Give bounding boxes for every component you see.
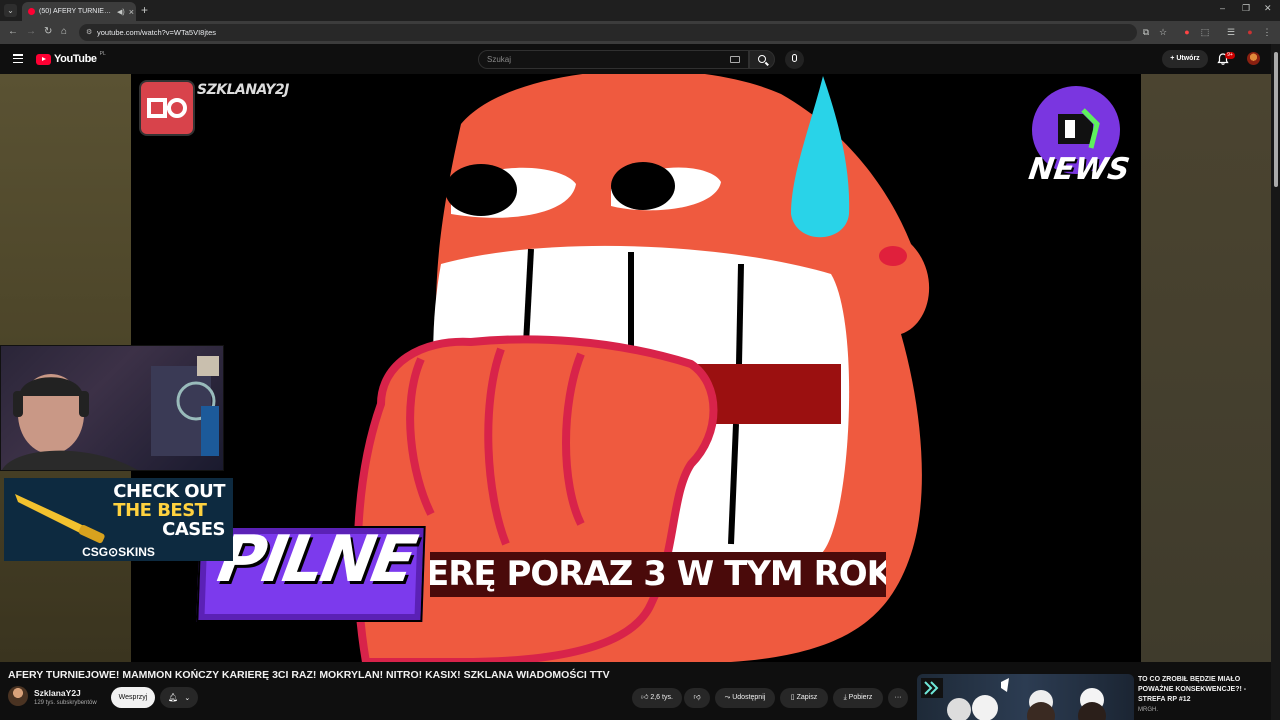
support-button[interactable]: Wesprzyj (111, 687, 155, 708)
search-placeholder: Szukaj (487, 55, 512, 64)
youtube-favicon-icon (28, 8, 35, 15)
home-icon[interactable]: ⌂ (61, 26, 67, 37)
minimize-window-icon[interactable]: – (1220, 3, 1225, 13)
address-bar[interactable]: ⚙ youtube.com/watch?v=WTa5VI8jtes (79, 24, 1137, 41)
reload-icon[interactable]: ↻ (44, 26, 52, 37)
thumbs-down-icon: 👎︎ (693, 694, 701, 701)
bookmark-star-icon[interactable]: ☆ (1158, 27, 1168, 37)
close-tab-icon[interactable]: × (129, 7, 134, 17)
search-icon (758, 55, 766, 63)
youtube-header: YouTube PL Szukaj + Utwórz (0, 44, 1280, 74)
news-ticker: ERĘ PORAZ 3 W TYM ROKU! (430, 552, 886, 597)
recommended-thumbnail-scene (921, 678, 1106, 720)
youtube-region-code: PL (99, 51, 106, 57)
back-arrow-icon[interactable]: ← (8, 26, 18, 37)
browser-menu-icon[interactable]: ⋮ (1262, 27, 1272, 37)
news-logo-mark-icon (1058, 108, 1100, 149)
close-window-icon[interactable]: ✕ (1264, 3, 1272, 14)
forward-arrow-icon[interactable]: → (26, 26, 36, 37)
share-icon: ⤳ (724, 694, 731, 701)
like-count: 2,6 tys. (650, 694, 673, 701)
more-actions-button[interactable]: ··· (888, 688, 908, 708)
subscription-bell-button[interactable]: 🔔︎ ⌄ (160, 687, 198, 708)
extensions-icon[interactable]: ⬚ (1200, 27, 1210, 37)
channel-avatar[interactable] (8, 686, 28, 706)
create-button-label: Utwórz (1176, 55, 1200, 62)
ad-line-3: CASES (162, 519, 225, 540)
news-logo-text: NEWS (1026, 152, 1132, 187)
subscriber-count: 129 tys. subskrybentów (34, 700, 97, 706)
ambient-right-panel (1141, 74, 1271, 662)
bell-icon: 🔔︎ (168, 693, 179, 702)
streamer-webcam-overlay (0, 345, 224, 471)
bookmark-icon: ▯ (790, 694, 795, 701)
browser-tab-strip: ⌄ (50) AFERY TURNIEJOWE! M ◀) × + – ❐ ✕ (0, 0, 1280, 21)
knife-icon (15, 494, 105, 544)
share-button[interactable]: ⤳ Udostępnij (715, 688, 775, 708)
channel-watermark-text: SZKLANAY2J (197, 82, 289, 98)
webcam-scene (2, 356, 219, 470)
page-scrollbar-thumb[interactable] (1274, 52, 1278, 187)
search-input[interactable]: Szukaj (478, 50, 749, 69)
voice-search-button[interactable] (785, 50, 804, 69)
news-logo: NEWS (1026, 80, 1132, 200)
microphone-icon (792, 54, 797, 62)
thumbs-up-icon: 👍︎ (641, 694, 649, 701)
browser-toolbar: ← → ↻ ⌂ ⚙ youtube.com/watch?v=WTa5VI8jte… (0, 21, 1280, 44)
tab-audio-icon: ◀) (117, 8, 125, 16)
cast-icon[interactable]: ⧉ (1141, 27, 1151, 37)
recommended-video-thumbnail[interactable] (917, 674, 1134, 720)
video-title: AFERY TURNIEJOWE! MAMMON KOŃCZY KARIERĘ … (8, 669, 610, 681)
like-button[interactable]: 👍︎ 2,6 tys. (632, 688, 682, 708)
site-info-icon[interactable]: ⚙ (86, 24, 92, 41)
hamburger-menu-icon[interactable] (13, 54, 23, 64)
ad-line-1: CHECK OUT (113, 481, 225, 502)
maximize-window-icon[interactable]: ❐ (1242, 3, 1250, 14)
channel-watermark-logo (141, 82, 193, 134)
pilne-banner-label: PILNE (212, 523, 420, 597)
news-ticker-text: ERĘ PORAZ 3 W TYM ROKU! (430, 554, 886, 594)
ad-line-2: THE BEST (113, 500, 207, 521)
keyboard-icon[interactable] (730, 56, 740, 63)
profile-avatar-icon[interactable]: ● (1245, 27, 1255, 37)
browser-tab-title: (50) AFERY TURNIEJOWE! M (39, 8, 113, 15)
tab-search-menu-button[interactable]: ⌄ (4, 4, 17, 17)
recommended-video-channel: MRGH. (1138, 707, 1158, 713)
download-button[interactable]: ⤓ Pobierz (833, 688, 883, 708)
youtube-logo[interactable]: YouTube PL (36, 51, 106, 65)
new-tab-button[interactable]: + (141, 3, 148, 17)
notification-count-badge: 9+ (1225, 52, 1235, 59)
youtube-play-icon (36, 53, 51, 65)
browser-tab-active[interactable]: (50) AFERY TURNIEJOWE! M ◀) × (22, 2, 136, 21)
youtube-logo-text: YouTube (54, 53, 97, 65)
create-button[interactable]: + Utwórz (1162, 50, 1208, 68)
download-label: Pobierz (848, 694, 873, 701)
save-button[interactable]: ▯ Zapisz (780, 688, 828, 708)
address-bar-url: youtube.com/watch?v=WTa5VI8jtes (97, 28, 217, 37)
account-avatar[interactable] (1247, 52, 1260, 65)
tab-groups-icon[interactable]: ☰ (1226, 27, 1236, 37)
extension-record-icon[interactable]: ● (1182, 27, 1192, 37)
search-button[interactable] (749, 50, 775, 69)
ad-brand: CSG⊙SKINS (82, 545, 155, 559)
download-icon: ⤓ (843, 694, 847, 701)
sponsor-ad-overlay: CHECK OUT THE BEST CASES CSG⊙SKINS (4, 478, 233, 561)
save-label: Zapisz (796, 694, 818, 701)
ad-headline: CHECK OUT THE BEST CASES (113, 482, 225, 539)
key-icon (147, 98, 187, 118)
chevron-down-icon: ⌄ (184, 695, 191, 702)
share-label: Udostępnij (732, 694, 766, 701)
dislike-button[interactable]: 👎︎ (684, 688, 710, 708)
recommended-video-title[interactable]: TO CO ZROBIŁ BĘDZIE MIAŁO POWAŻNE KONSEK… (1138, 675, 1268, 705)
channel-name[interactable]: SzklanaY2J (34, 688, 81, 698)
